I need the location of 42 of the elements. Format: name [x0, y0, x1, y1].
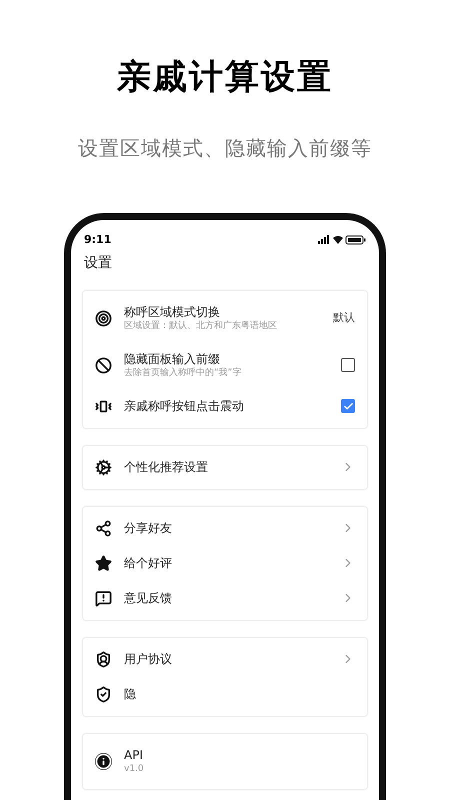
- star-icon: [95, 554, 112, 572]
- setting-value: 默认: [333, 310, 355, 326]
- settings-row[interactable]: 亲戚称呼按钮点击震动: [83, 388, 367, 424]
- feedback-icon: [95, 590, 112, 606]
- settings-icon: [95, 458, 112, 476]
- setting-label: 意见反馈: [124, 590, 173, 606]
- checkbox[interactable]: [341, 399, 355, 413]
- subtitle: 设置区域模式、隐藏输入前缀等: [78, 135, 372, 162]
- setting-label: 隐藏面板输入前缀: [124, 350, 221, 366]
- checkbox[interactable]: [341, 358, 355, 372]
- setting-label: 分享好友: [124, 520, 173, 536]
- vibrating-phone-icon: [95, 398, 112, 414]
- settings-row[interactable]: 隐: [83, 676, 367, 712]
- settings-row[interactable]: 给个好评: [83, 546, 367, 580]
- setting-label: 给个好评: [124, 555, 173, 571]
- screen-title: 设置: [84, 254, 113, 272]
- setting-label: 隐: [124, 686, 137, 702]
- setting-label: 亲戚称呼按钮点击震动: [124, 398, 245, 414]
- user-shield-icon: [95, 650, 112, 668]
- settings-row[interactable]: 称呼区域模式切换 区域设置：默认、北方和广东粤语地区 默认: [83, 294, 367, 342]
- setting-label: 称呼区域模式切换: [124, 304, 221, 320]
- setting-label: API: [124, 746, 144, 762]
- setting-label: 用户协议: [124, 651, 173, 667]
- setting-description: v1.0: [124, 762, 145, 776]
- settings-row[interactable]: 分享好友: [83, 510, 367, 546]
- status-icons: [318, 235, 366, 246]
- share-icon: [95, 520, 112, 536]
- settings-row[interactable]: API v1.0: [83, 738, 367, 784]
- slashed-circle-icon: [95, 356, 112, 374]
- settings-row[interactable]: 隐藏面板输入前缀 去除首页输入称呼中的“我”字: [83, 342, 367, 388]
- info-icon: [95, 752, 112, 770]
- headline: 亲戚计算设置: [117, 56, 333, 99]
- setting-description: 去除首页输入称呼中的“我”字: [124, 366, 242, 380]
- settings-row[interactable]: 用户协议: [83, 642, 367, 676]
- settings-row[interactable]: 个性化推荐设置: [83, 450, 367, 484]
- target-icon: [95, 310, 112, 326]
- settings-row[interactable]: 意见反馈: [83, 580, 367, 616]
- setting-label: 个性化推荐设置: [124, 459, 209, 475]
- status-time: 9:11: [84, 232, 112, 248]
- check-shield-icon: [95, 686, 112, 702]
- check-icon: [342, 400, 354, 412]
- setting-description: 区域设置：默认、北方和广东粤语地区: [124, 320, 278, 332]
